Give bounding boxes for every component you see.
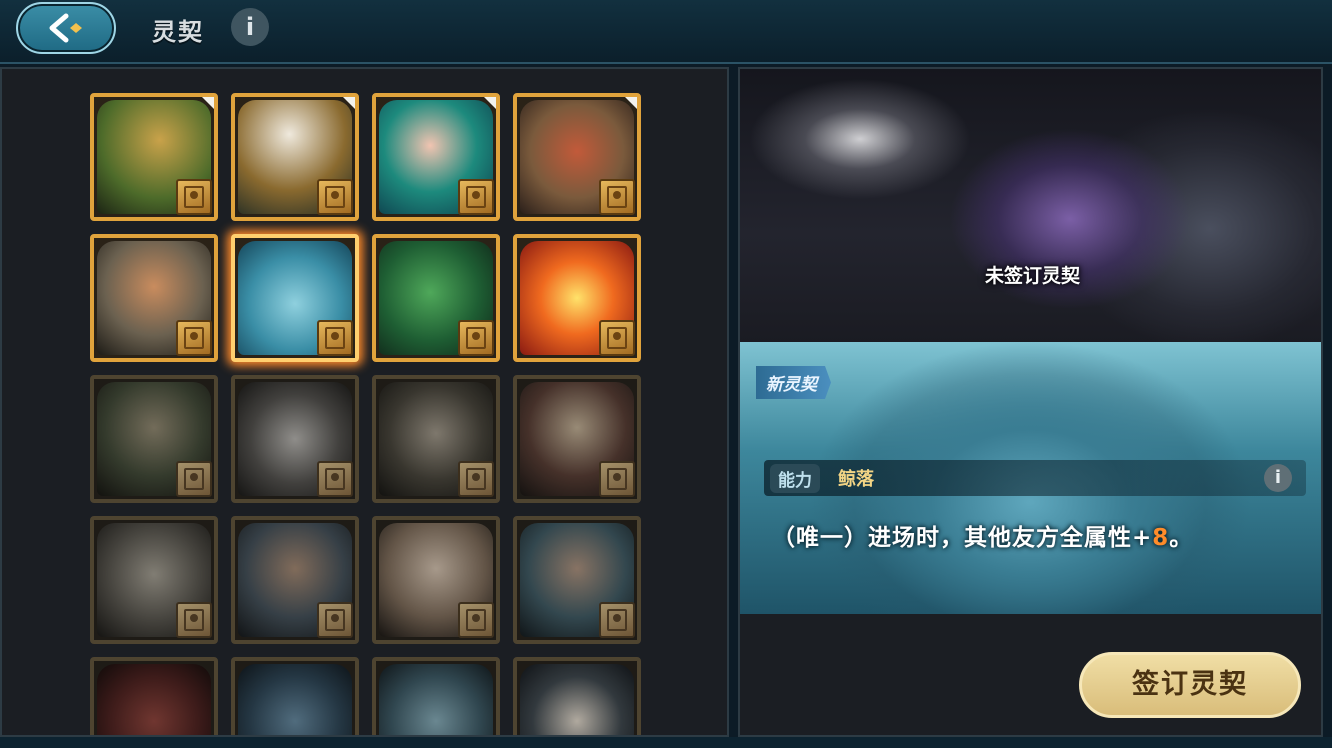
ability-info-icon[interactable]: i	[1264, 464, 1292, 492]
ability-bar: 能力 鲸落 i	[764, 460, 1306, 496]
contract-book-icon	[599, 179, 635, 215]
contract-book-icon	[317, 602, 353, 638]
contract-book-icon	[458, 320, 494, 356]
top-bar: 灵契 i	[0, 0, 1332, 64]
contract-card-sea-spirit[interactable]	[372, 657, 500, 735]
contract-card-bearded-man[interactable]	[231, 516, 359, 644]
contract-book-icon	[317, 320, 353, 356]
card-collection-panel	[0, 67, 729, 737]
back-arrow-icon	[49, 13, 82, 43]
contract-book-icon	[176, 461, 212, 497]
contract-card-swordsman[interactable]	[90, 234, 218, 362]
contract-card-sailor[interactable]	[513, 516, 641, 644]
ability-name: 鲸落	[838, 469, 874, 490]
new-corner-flag-icon	[484, 97, 496, 109]
contract-art: 新灵契 能力 鲸落 i （唯一）进场时，其他友方全属性+8。	[740, 342, 1321, 614]
ability-bonus-value: 8	[1152, 525, 1170, 551]
contract-card-red-beast[interactable]	[90, 657, 218, 735]
contract-card-phoenix[interactable]	[513, 234, 641, 362]
page-title: 灵契	[152, 18, 204, 46]
ability-tag: 能力	[770, 464, 820, 493]
contract-card-green-dragon[interactable]	[372, 234, 500, 362]
contract-book-icon	[599, 461, 635, 497]
new-corner-flag-icon	[202, 97, 214, 109]
contract-book-icon	[317, 461, 353, 497]
hero-portrait	[740, 69, 1321, 344]
contract-card-old-man[interactable]	[372, 375, 500, 503]
contract-card-wolf[interactable]	[231, 375, 359, 503]
contract-card-horned-dwarf[interactable]	[513, 93, 641, 221]
bottom-strip	[0, 737, 1332, 748]
contract-card-shield-warrior[interactable]	[513, 375, 641, 503]
contract-book-icon	[599, 602, 635, 638]
contract-book-icon	[458, 602, 494, 638]
contract-book-icon	[176, 602, 212, 638]
contract-book-icon	[176, 179, 212, 215]
contract-card-great-wave[interactable]	[231, 234, 359, 362]
ability-description: （唯一）进场时，其他友方全属性+8。	[772, 518, 1193, 552]
contract-book-icon	[458, 179, 494, 215]
back-button[interactable]	[16, 2, 116, 54]
contract-card-armored-warrior[interactable]	[90, 93, 218, 221]
card-portrait	[379, 664, 493, 735]
contract-book-icon	[176, 320, 212, 356]
contract-book-icon	[317, 179, 353, 215]
contract-card-blue-dragon[interactable]	[231, 657, 359, 735]
contract-card-winged-woman[interactable]	[372, 516, 500, 644]
new-corner-flag-icon	[625, 97, 637, 109]
ability-description-text: （唯一）进场时，其他友方全属性+	[772, 525, 1153, 551]
sign-contract-button[interactable]: 签订灵契	[1079, 652, 1301, 718]
new-corner-flag-icon	[343, 97, 355, 109]
ability-description-end: 。	[1169, 525, 1194, 551]
contract-book-icon	[458, 461, 494, 497]
card-portrait	[97, 664, 211, 735]
card-grid	[90, 93, 641, 735]
contract-card-archer[interactable]	[90, 375, 218, 503]
contract-book-icon	[599, 320, 635, 356]
contract-card-puffin[interactable]	[513, 657, 641, 735]
new-contract-badge: 新灵契	[756, 366, 831, 399]
contract-card-eagle-warrior[interactable]	[231, 93, 359, 221]
card-portrait	[520, 664, 634, 735]
detail-panel: 未签订灵契 新灵契 能力 鲸落 i （唯一）进场时，其他友方全属性+8。 签订灵…	[738, 67, 1323, 737]
contract-card-siren[interactable]	[372, 93, 500, 221]
info-icon[interactable]: i	[231, 8, 269, 46]
card-portrait	[238, 664, 352, 735]
contract-card-elephant-knight[interactable]	[90, 516, 218, 644]
contract-status-label: 未签订灵契	[984, 265, 1080, 287]
